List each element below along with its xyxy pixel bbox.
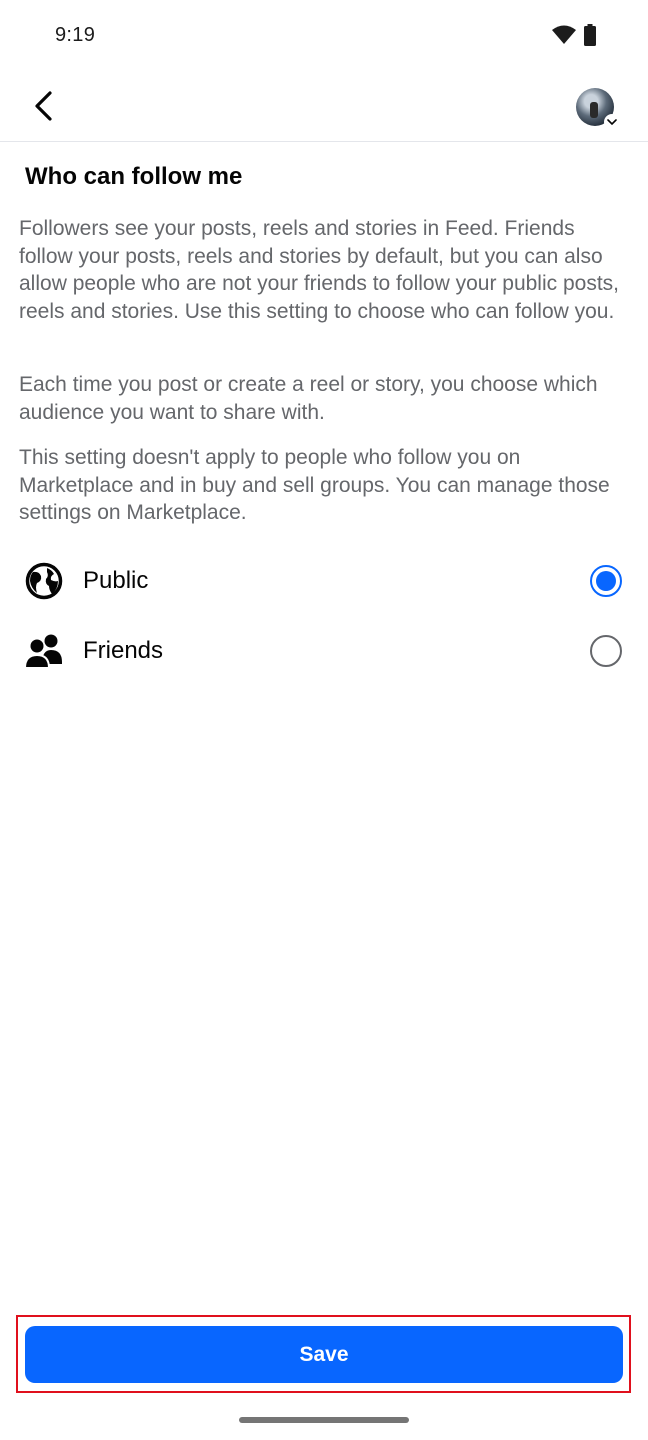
option-label: Public [83,567,149,594]
home-indicator[interactable] [239,1417,409,1423]
globe-icon [24,561,64,601]
page-title: Who can follow me [25,163,243,190]
description-paragraph: Each time you post or create a reel or s… [19,373,598,424]
option-public[interactable]: Public [0,550,648,612]
status-time: 9:19 [55,24,96,46]
option-friends[interactable]: Friends [0,620,648,682]
radio-selected-dot [596,571,616,591]
radio-public[interactable] [590,565,622,597]
description-paragraph: This setting doesn't apply to people who… [19,446,610,524]
app-header [0,72,648,142]
wifi-icon [552,25,576,45]
radio-friends[interactable] [590,635,622,667]
save-button[interactable]: Save [25,1326,623,1383]
chevron-left-icon [33,90,55,126]
description-paragraph: Followers see your posts, reels and stor… [19,217,619,323]
chevron-down-icon [604,114,620,130]
friends-icon [24,631,64,671]
status-icons [552,24,596,46]
profile-avatar-button[interactable] [576,88,620,130]
battery-icon [584,24,596,46]
option-label: Friends [83,637,164,664]
back-button[interactable] [26,90,62,126]
status-bar: 9:19 [0,0,648,72]
